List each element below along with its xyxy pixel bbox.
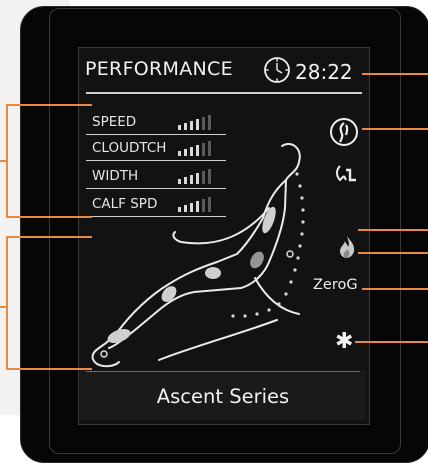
body-scan-icon	[330, 118, 358, 146]
screen-title: PERFORMANCE	[85, 58, 233, 80]
clock-icon	[264, 57, 290, 83]
bluetooth-icon: ✱	[335, 329, 354, 354]
header-divider	[86, 92, 362, 94]
callout-bracket-settings	[6, 104, 8, 216]
callout-line-zero-g	[362, 288, 428, 290]
callout-bracket-settings-stub	[0, 160, 6, 162]
setting-label-speed: SPEED	[92, 114, 137, 130]
speed-level-bars	[176, 114, 222, 130]
heat-icon	[340, 236, 355, 258]
callout-line-heat	[358, 229, 428, 231]
width-level-bars	[176, 168, 222, 184]
callout-bracket-illustration	[6, 236, 92, 238]
setting-label-cloudtouch: CLOUDTCH	[92, 140, 167, 156]
setting-label-width: WIDTH	[92, 168, 139, 184]
callout-bracket-illustration	[6, 368, 92, 370]
cloudtouch-level-bars	[176, 140, 222, 156]
callout-bracket-illustration	[6, 236, 8, 368]
session-timer: 28:22	[295, 60, 353, 84]
calf-speed-level-bars	[176, 196, 222, 212]
footer-divider	[86, 371, 360, 372]
callout-bracket-settings	[6, 216, 92, 218]
callout-bracket-illustration-stub	[0, 306, 6, 308]
zero-g-label: ZeroG	[313, 277, 358, 293]
callout-line-timer	[362, 73, 428, 75]
foot-roller-icon	[336, 165, 356, 182]
callout-line-heat-2	[358, 252, 428, 254]
callout-line-body-scan	[362, 128, 428, 130]
massage-chair-illustration	[91, 143, 305, 368]
lcd-screen	[78, 47, 370, 425]
setting-divider	[86, 160, 226, 161]
setting-divider	[86, 134, 226, 135]
setting-divider	[86, 188, 226, 189]
series-label: Ascent Series	[156, 385, 290, 408]
callout-bracket-settings	[6, 104, 92, 106]
callout-line-bluetooth	[355, 341, 428, 343]
setting-divider	[86, 216, 226, 217]
setting-label-calf-speed: CALF SPD	[92, 196, 158, 212]
